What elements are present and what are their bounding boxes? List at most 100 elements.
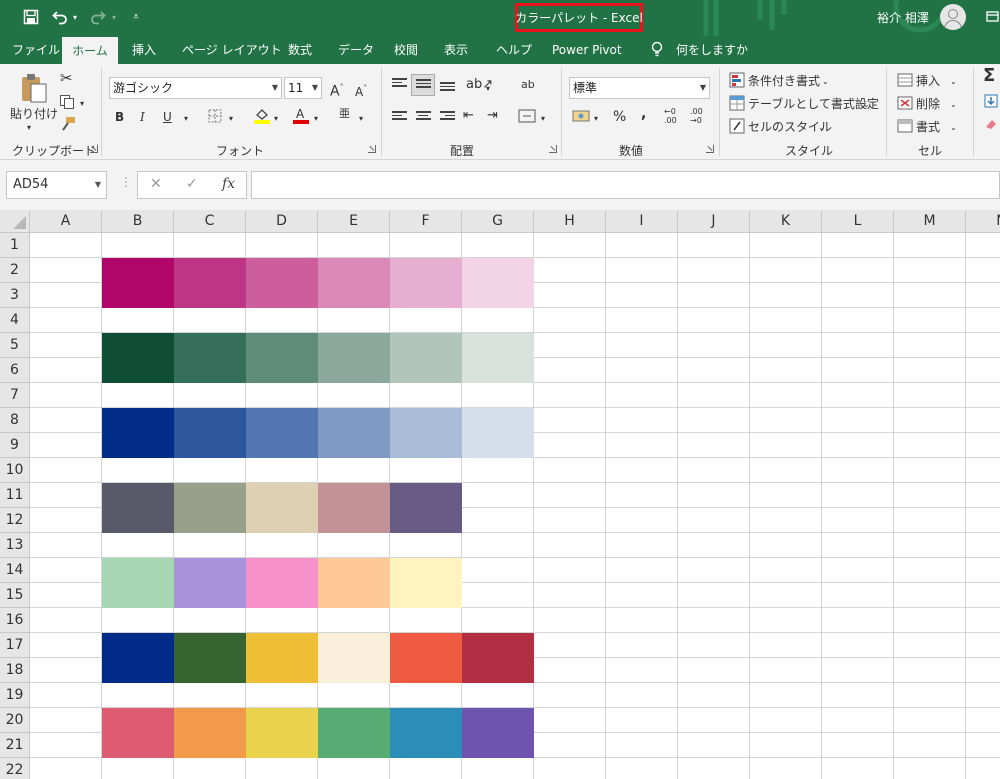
clipboard-launcher-icon[interactable] — [90, 145, 98, 153]
color-swatch[interactable] — [318, 558, 390, 608]
column-header[interactable]: M — [894, 210, 966, 233]
row-header[interactable]: 14 — [0, 558, 30, 583]
color-swatch[interactable] — [174, 408, 246, 458]
color-swatch[interactable] — [246, 333, 318, 383]
accounting-format-icon[interactable] — [572, 108, 590, 128]
format-painter-icon[interactable] — [60, 116, 76, 136]
row-header[interactable]: 21 — [0, 733, 30, 758]
paste-icon[interactable] — [19, 72, 49, 104]
underline-dropdown-icon[interactable]: ▾ — [184, 111, 188, 127]
column-header[interactable]: G — [462, 210, 534, 233]
italic-button[interactable]: I — [140, 109, 145, 125]
clear-icon[interactable] — [984, 117, 998, 135]
tab-view[interactable]: 表示 — [444, 36, 468, 64]
number-format-combo[interactable]: 標準 ▼ — [569, 77, 710, 99]
column-header[interactable]: C — [174, 210, 246, 233]
redo-dropdown-icon[interactable]: ▾ — [110, 6, 118, 28]
format-dropdown-icon[interactable]: ⌄ — [950, 120, 957, 136]
percent-button[interactable]: % — [613, 109, 626, 125]
decrease-font-icon[interactable]: A˅ — [355, 81, 367, 100]
worksheet-grid[interactable]: ABCDEFGHIJKLMN 1234567891011121314151617… — [0, 210, 1000, 779]
row-header[interactable]: 9 — [0, 433, 30, 458]
bold-button[interactable]: B — [115, 109, 124, 125]
row-header[interactable]: 6 — [0, 358, 30, 383]
color-swatch[interactable] — [390, 333, 462, 383]
cancel-icon[interactable]: ✕ — [150, 176, 162, 192]
accounting-dropdown-icon[interactable]: ▾ — [594, 111, 598, 127]
paste-dropdown-icon[interactable]: ▾ — [27, 120, 31, 136]
row-header[interactable]: 20 — [0, 708, 30, 733]
format-cells-icon[interactable] — [897, 118, 913, 138]
color-swatch[interactable] — [390, 258, 462, 308]
merge-dropdown-icon[interactable]: ▾ — [541, 111, 545, 127]
column-header[interactable]: E — [318, 210, 390, 233]
color-swatch[interactable] — [318, 258, 390, 308]
tab-file[interactable]: ファイル — [12, 36, 60, 64]
conditional-format-icon[interactable] — [729, 72, 745, 92]
color-swatch[interactable] — [102, 558, 174, 608]
color-swatch[interactable] — [462, 708, 534, 758]
row-header[interactable]: 22 — [0, 758, 30, 779]
tab-page-layout[interactable]: ページ レイアウト — [182, 36, 282, 64]
row-header[interactable]: 7 — [0, 383, 30, 408]
conditional-dropdown-icon[interactable]: ⌄ — [822, 74, 829, 90]
column-header[interactable]: B — [102, 210, 174, 233]
increase-decimal-icon[interactable]: ←0.00 — [664, 107, 677, 125]
row-header[interactable]: 1 — [0, 233, 30, 258]
tab-help[interactable]: ヘルプ — [496, 36, 532, 64]
cell-styles-icon[interactable] — [729, 118, 745, 138]
color-swatch[interactable] — [246, 483, 318, 533]
tab-review[interactable]: 校閲 — [394, 36, 418, 64]
decrease-decimal-icon[interactable]: .00 →0 — [690, 107, 703, 125]
tab-insert[interactable]: 挿入 — [132, 36, 156, 64]
color-swatch[interactable] — [246, 708, 318, 758]
column-header[interactable]: J — [678, 210, 750, 233]
delete-cells-icon[interactable] — [897, 95, 913, 115]
insert-dropdown-icon[interactable]: ⌄ — [950, 74, 957, 90]
user-name[interactable]: 裕介 相澤 — [877, 9, 929, 26]
customize-toolbar-icon[interactable]: ⩡ — [130, 6, 142, 28]
column-header[interactable]: N — [966, 210, 1000, 233]
font-size-combo[interactable]: 11 ▼ — [284, 77, 322, 99]
tab-home[interactable]: ホーム — [62, 37, 118, 64]
color-swatch[interactable] — [246, 258, 318, 308]
copy-dropdown-icon[interactable]: ▾ — [80, 96, 84, 112]
column-header[interactable]: D — [246, 210, 318, 233]
color-swatch[interactable] — [390, 708, 462, 758]
copy-icon[interactable] — [59, 94, 75, 114]
color-swatch[interactable] — [246, 408, 318, 458]
color-swatch[interactable] — [102, 708, 174, 758]
align-left-icon[interactable] — [392, 111, 407, 123]
color-swatch[interactable] — [318, 708, 390, 758]
color-swatch[interactable] — [102, 333, 174, 383]
number-launcher-icon[interactable] — [706, 145, 714, 153]
color-swatch[interactable] — [102, 483, 174, 533]
borders-dropdown-icon[interactable]: ▾ — [229, 111, 233, 127]
column-header[interactable]: H — [534, 210, 606, 233]
column-header[interactable]: A — [30, 210, 102, 233]
undo-dropdown-icon[interactable]: ▾ — [71, 6, 79, 28]
paste-button[interactable]: 貼り付け — [10, 106, 58, 122]
row-header[interactable]: 13 — [0, 533, 30, 558]
tab-formulas[interactable]: 数式 — [288, 36, 312, 64]
column-header[interactable]: F — [390, 210, 462, 233]
table-dropdown-icon[interactable]: ⌄ — [863, 97, 870, 113]
color-swatch[interactable] — [102, 633, 174, 683]
format-as-table-button[interactable]: テーブルとして書式設定 — [748, 96, 879, 112]
tell-me-search[interactable]: 何をしますか — [676, 36, 748, 64]
delete-cells-button[interactable]: 削除 — [916, 96, 940, 112]
color-swatch[interactable] — [174, 633, 246, 683]
row-header[interactable]: 8 — [0, 408, 30, 433]
row-header[interactable]: 5 — [0, 333, 30, 358]
align-center-icon[interactable] — [416, 111, 431, 123]
color-swatch[interactable] — [246, 633, 318, 683]
color-swatch[interactable] — [174, 558, 246, 608]
orientation-dropdown-icon[interactable]: ▾ — [486, 81, 490, 97]
alignment-launcher-icon[interactable] — [549, 145, 557, 153]
color-swatch[interactable] — [102, 258, 174, 308]
delete-dropdown-icon[interactable]: ⌄ — [950, 97, 957, 113]
color-swatch[interactable] — [318, 408, 390, 458]
conditional-format-button[interactable]: 条件付き書式 — [748, 73, 820, 89]
font-color-icon[interactable]: A — [292, 106, 310, 128]
fill-color-icon[interactable] — [253, 106, 271, 128]
